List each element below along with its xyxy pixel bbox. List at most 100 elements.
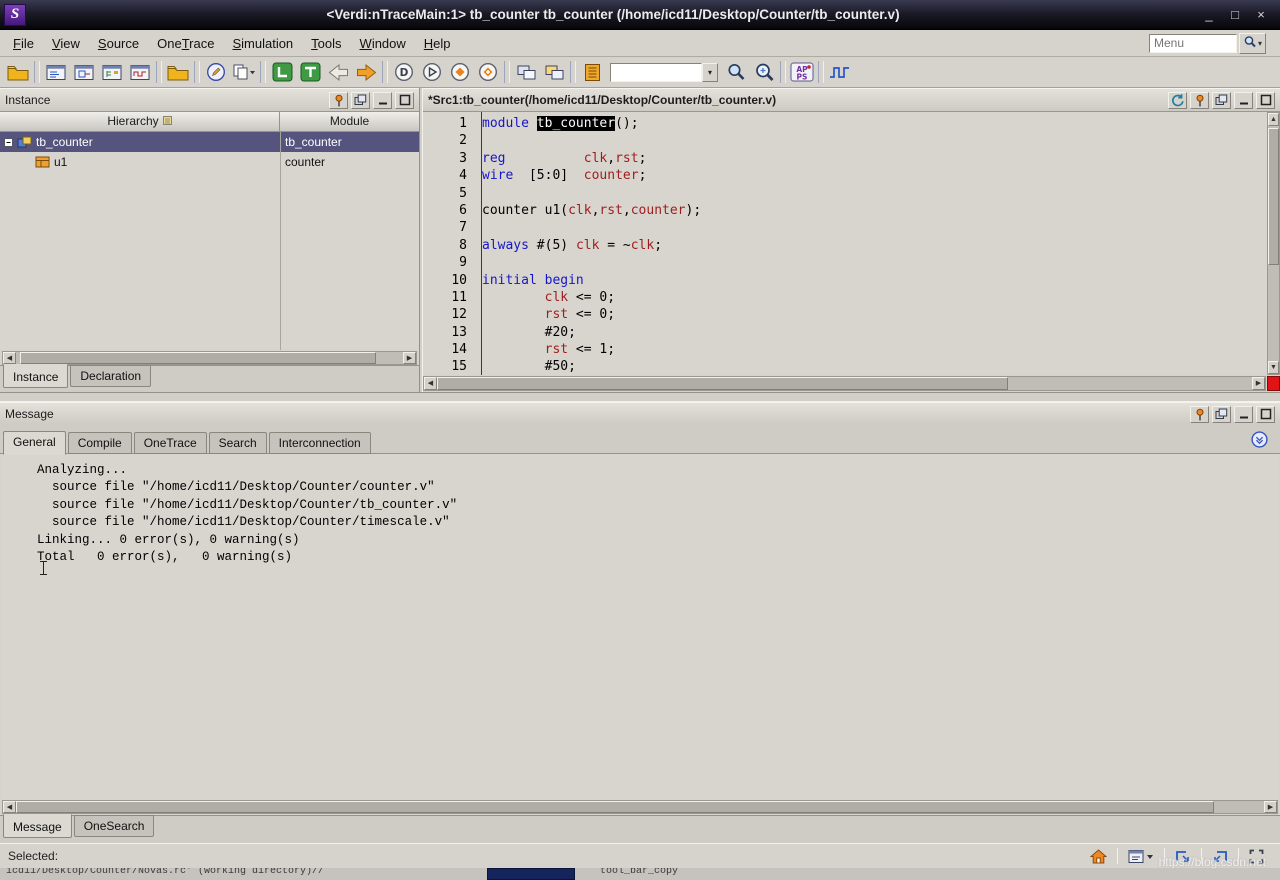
source-reload-button[interactable]: [1168, 92, 1187, 109]
instance-panel-header[interactable]: Instance: [0, 88, 419, 112]
source-line-2[interactable]: 2: [423, 132, 1267, 149]
hierarchy-browser-icon[interactable]: [98, 59, 126, 86]
source-line-14[interactable]: 14 rst <= 1;: [423, 341, 1267, 358]
scroll-left-button[interactable]: ◀: [424, 377, 437, 390]
scrollbar-track[interactable]: [16, 352, 403, 364]
titlebar[interactable]: S <Verdi:nTraceMain:1> tb_counter tb_cou…: [0, 0, 1280, 30]
trace-value-icon[interactable]: [446, 59, 474, 86]
source-line-15[interactable]: 15 #50;: [423, 358, 1267, 375]
hierarchy-table-header[interactable]: Hierarchy Module: [0, 112, 419, 132]
scroll-right-button[interactable]: ▶: [1264, 801, 1277, 813]
source-line-12[interactable]: 12 rst <= 0;: [423, 306, 1267, 323]
home-icon[interactable]: [1088, 848, 1109, 865]
highlighted-identifier[interactable]: tb_counter: [537, 116, 615, 131]
scrollbar-thumb[interactable]: [1268, 128, 1279, 264]
scroll-up-button[interactable]: ▲: [1268, 113, 1279, 126]
scrollbar-thumb[interactable]: [16, 801, 1214, 813]
instance-minimize-button[interactable]: [373, 92, 392, 109]
column-header-hierarchy[interactable]: Hierarchy: [0, 112, 280, 131]
edit-source-icon[interactable]: [202, 59, 230, 86]
scroll-right-button[interactable]: ▶: [403, 352, 416, 364]
column-divider[interactable]: [280, 132, 281, 350]
source-float-button[interactable]: [1212, 92, 1231, 109]
fullscreen-icon[interactable]: [1247, 848, 1266, 865]
source-line-5[interactable]: 5: [423, 185, 1267, 202]
horizontal-splitter[interactable]: [0, 392, 1280, 402]
message-pin-button[interactable]: [1190, 406, 1209, 423]
message-bottom-tab-onesearch[interactable]: OneSearch: [74, 815, 155, 837]
nlint-icon[interactable]: [268, 59, 296, 86]
scrollbar-track[interactable]: [16, 801, 1264, 813]
menu-help[interactable]: Help: [415, 32, 460, 55]
scrollbar-thumb[interactable]: [437, 377, 1008, 390]
find-string-combo-dropdown[interactable]: ▾: [702, 63, 718, 82]
source-maximize-button[interactable]: [1256, 92, 1275, 109]
annotation-ledger-icon[interactable]: [578, 59, 606, 86]
menu-source[interactable]: Source: [89, 32, 148, 55]
source-line-1[interactable]: 1module tb_counter();: [423, 115, 1267, 132]
signal-wave-icon[interactable]: [826, 59, 854, 86]
maximize-button[interactable]: □: [1228, 2, 1242, 28]
winsel-icon[interactable]: [1126, 848, 1156, 865]
source-pin-button[interactable]: [1190, 92, 1209, 109]
instance-tab-instance[interactable]: Instance: [3, 364, 68, 388]
message-tab-interconnection[interactable]: Interconnection: [269, 432, 371, 454]
probe1-icon[interactable]: [1173, 848, 1193, 865]
module-cell[interactable]: counter: [280, 152, 419, 172]
scroll-down-button[interactable]: ▼: [1268, 361, 1279, 374]
message-tab-compile[interactable]: Compile: [68, 432, 132, 454]
open-file-icon[interactable]: [164, 59, 192, 86]
nwave-window-icon[interactable]: [126, 59, 154, 86]
search-backward-icon[interactable]: [722, 59, 750, 86]
hierarchy-cell[interactable]: u1: [0, 152, 280, 172]
copy-dropdown-icon[interactable]: [230, 59, 258, 86]
message-horizontal-scrollbar[interactable]: ◀▶: [2, 800, 1278, 814]
message-tab-onetrace[interactable]: OneTrace: [134, 432, 207, 454]
nschema-window-icon[interactable]: [70, 59, 98, 86]
message-tab-general[interactable]: General: [3, 431, 66, 455]
search-forward-icon[interactable]: [750, 59, 778, 86]
source-line-9[interactable]: 9: [423, 254, 1267, 271]
source-vertical-scrollbar[interactable]: ▲▼: [1267, 112, 1280, 375]
scroll-left-button[interactable]: ◀: [3, 352, 16, 364]
probe2-icon[interactable]: [1210, 848, 1230, 865]
module-cell[interactable]: tb_counter: [280, 132, 419, 152]
source-line-4[interactable]: 4wire [5:0] counter;: [423, 167, 1267, 184]
menu-view[interactable]: View: [43, 32, 89, 55]
message-maximize-button[interactable]: [1256, 406, 1275, 423]
source-line-10[interactable]: 10initial begin: [423, 272, 1267, 289]
instance-float-button[interactable]: [351, 92, 370, 109]
scroll-right-button[interactable]: ▶: [1252, 377, 1265, 390]
instance-pin-button[interactable]: [329, 92, 348, 109]
menu-tools[interactable]: Tools: [302, 32, 350, 55]
menu-search-input[interactable]: [1149, 34, 1237, 53]
source-line-3[interactable]: 3reg clk,rst;: [423, 150, 1267, 167]
source-line-13[interactable]: 13 #20;: [423, 324, 1267, 341]
close-button[interactable]: ×: [1254, 2, 1268, 28]
trace-load-icon[interactable]: [418, 59, 446, 86]
hierarchy-cell[interactable]: tb_counter: [0, 132, 280, 152]
source-code[interactable]: 1module tb_counter();23reg clk,rst;4wire…: [423, 112, 1267, 375]
message-float-button[interactable]: [1212, 406, 1231, 423]
tree-row-u1[interactable]: u1counter: [0, 152, 419, 172]
message-minimize-button[interactable]: [1234, 406, 1253, 423]
scrollbar-track[interactable]: [1268, 126, 1279, 361]
scrollbar-track[interactable]: [437, 377, 1252, 390]
scrollbar-thumb[interactable]: [20, 352, 376, 364]
forward-icon[interactable]: [352, 59, 380, 86]
message-bottom-tab-message[interactable]: Message: [3, 814, 72, 838]
message-tab-search[interactable]: Search: [209, 432, 267, 454]
tree-row-tb_counter[interactable]: tb_countertb_counter: [0, 132, 419, 152]
scroll-left-button[interactable]: ◀: [3, 801, 16, 813]
trace-connectivity-icon[interactable]: [474, 59, 502, 86]
minimize-button[interactable]: _: [1202, 2, 1216, 28]
menu-search-button[interactable]: ▾: [1239, 33, 1266, 54]
collapse-icon[interactable]: [4, 138, 13, 147]
cascade-windows-icon[interactable]: [512, 59, 540, 86]
find-string-combo-input[interactable]: [610, 63, 702, 82]
source-line-6[interactable]: 6counter u1(clk,rst,counter);: [423, 202, 1267, 219]
message-panel-header[interactable]: Message: [0, 402, 1280, 426]
open-database-icon[interactable]: [4, 59, 32, 86]
menu-file[interactable]: File: [4, 32, 43, 55]
source-horizontal-scrollbar[interactable]: ◀▶: [423, 376, 1266, 391]
